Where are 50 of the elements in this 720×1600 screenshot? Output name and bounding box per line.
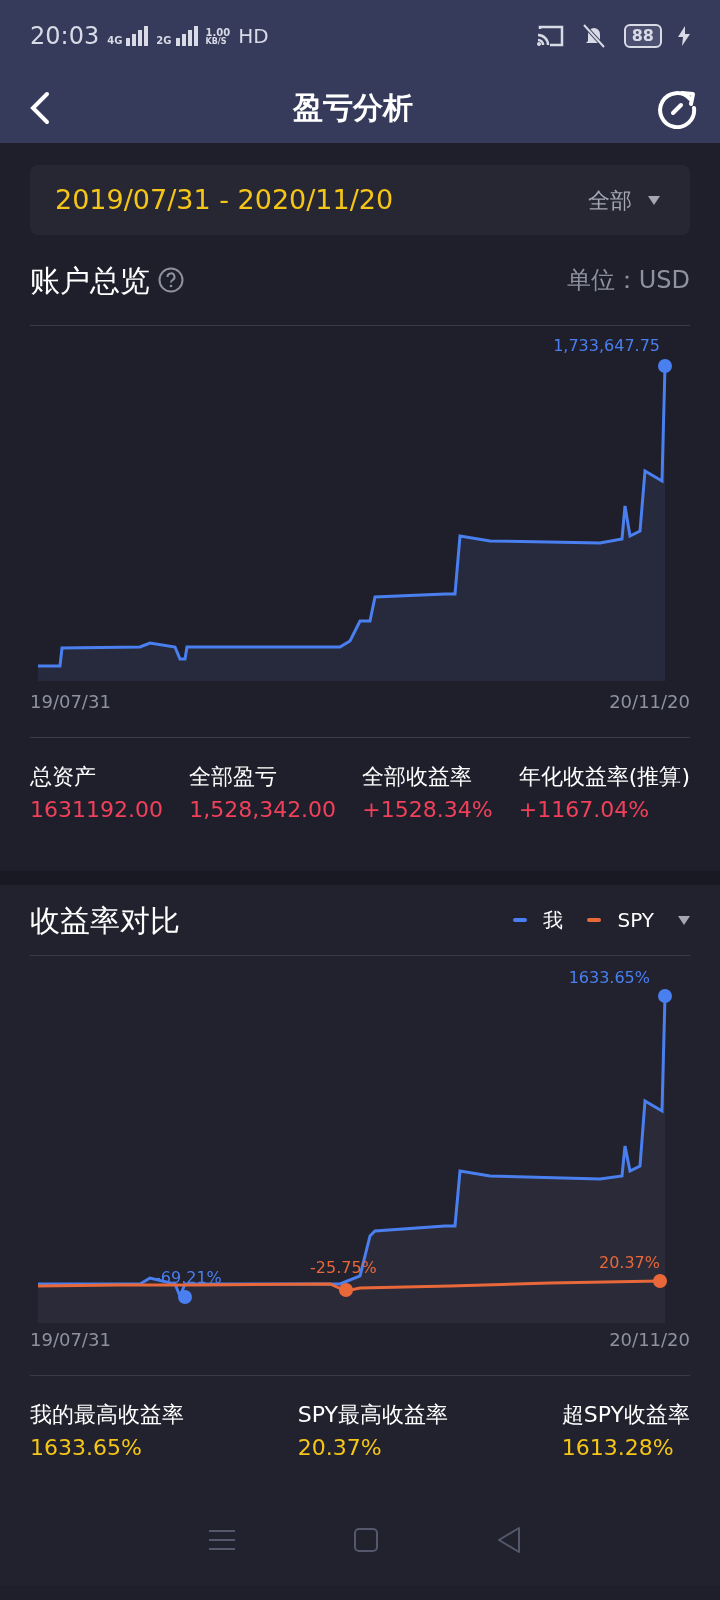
date-range-bar[interactable]: 2019/07/31 - 2020/11/20 全部 bbox=[30, 165, 690, 235]
help-icon[interactable] bbox=[158, 267, 184, 293]
max-point-marker bbox=[658, 359, 672, 373]
speed-unit: KB/S bbox=[205, 38, 227, 46]
min-point-marker bbox=[178, 1290, 192, 1304]
stat-label: 超SPY收益率 bbox=[561, 1401, 690, 1429]
signal-icon bbox=[126, 26, 149, 46]
unit-label: 单位：USD bbox=[566, 265, 690, 296]
legend-label: 我 bbox=[543, 907, 564, 934]
axis-start-date: 19/07/31 bbox=[30, 690, 111, 714]
network-type: 4G bbox=[107, 36, 123, 46]
legend-label: SPY bbox=[617, 907, 654, 934]
hd-indicator: HD bbox=[238, 26, 269, 46]
dropdown-icon bbox=[648, 195, 660, 205]
stat-label: 总资产 bbox=[30, 763, 97, 791]
min-point-marker bbox=[339, 1283, 353, 1297]
stat-label: 我的最高收益率 bbox=[30, 1401, 184, 1429]
max-return-label: 1633.65% bbox=[568, 968, 650, 987]
min-return-label: -69.21% bbox=[155, 1268, 222, 1287]
network-type: 2G bbox=[156, 36, 172, 46]
axis-end-date: 20/11/20 bbox=[609, 1328, 690, 1352]
filter-label: 全部 bbox=[588, 186, 632, 215]
end-point-marker bbox=[653, 1274, 667, 1288]
page-title: 盈亏分析 bbox=[293, 89, 413, 127]
axis-start-date: 19/07/31 bbox=[30, 1328, 111, 1352]
cast-icon bbox=[535, 25, 564, 47]
signal-icon bbox=[175, 26, 198, 46]
battery-indicator: 88 bbox=[623, 24, 662, 48]
stat-value: 1,528,342.00 bbox=[189, 796, 337, 824]
max-point-marker bbox=[658, 989, 672, 1003]
axis-end-date: 20/11/20 bbox=[609, 690, 690, 714]
section-title: 收益率对比 bbox=[30, 901, 180, 940]
stat-label: 年化收益率(推算) bbox=[518, 763, 690, 791]
clock-time: 20:03 bbox=[30, 21, 100, 52]
stat-label: 全部收益率 bbox=[362, 763, 474, 791]
stat-value: 1613.28% bbox=[561, 1434, 675, 1462]
stat-label: 全部盈亏 bbox=[189, 763, 279, 791]
stat-label: SPY最高收益率 bbox=[297, 1401, 448, 1429]
stat-value: +1167.04% bbox=[518, 796, 651, 824]
date-range: 2019/07/31 - 2020/11/20 bbox=[55, 182, 394, 217]
speed-value: 1.00 bbox=[205, 28, 231, 38]
section-title: 账户总览 bbox=[30, 261, 150, 300]
dropdown-icon[interactable] bbox=[678, 915, 690, 925]
stat-value: 20.37% bbox=[297, 1434, 383, 1462]
stat-value: 1631192.00 bbox=[30, 796, 163, 824]
max-value-label: 1,733,647.75 bbox=[553, 336, 660, 355]
spy-end-label: 20.37% bbox=[599, 1253, 660, 1272]
charging-icon bbox=[678, 26, 690, 46]
stat-value: +1528.34% bbox=[362, 796, 493, 824]
stat-value: 1633.65% bbox=[30, 1434, 143, 1462]
